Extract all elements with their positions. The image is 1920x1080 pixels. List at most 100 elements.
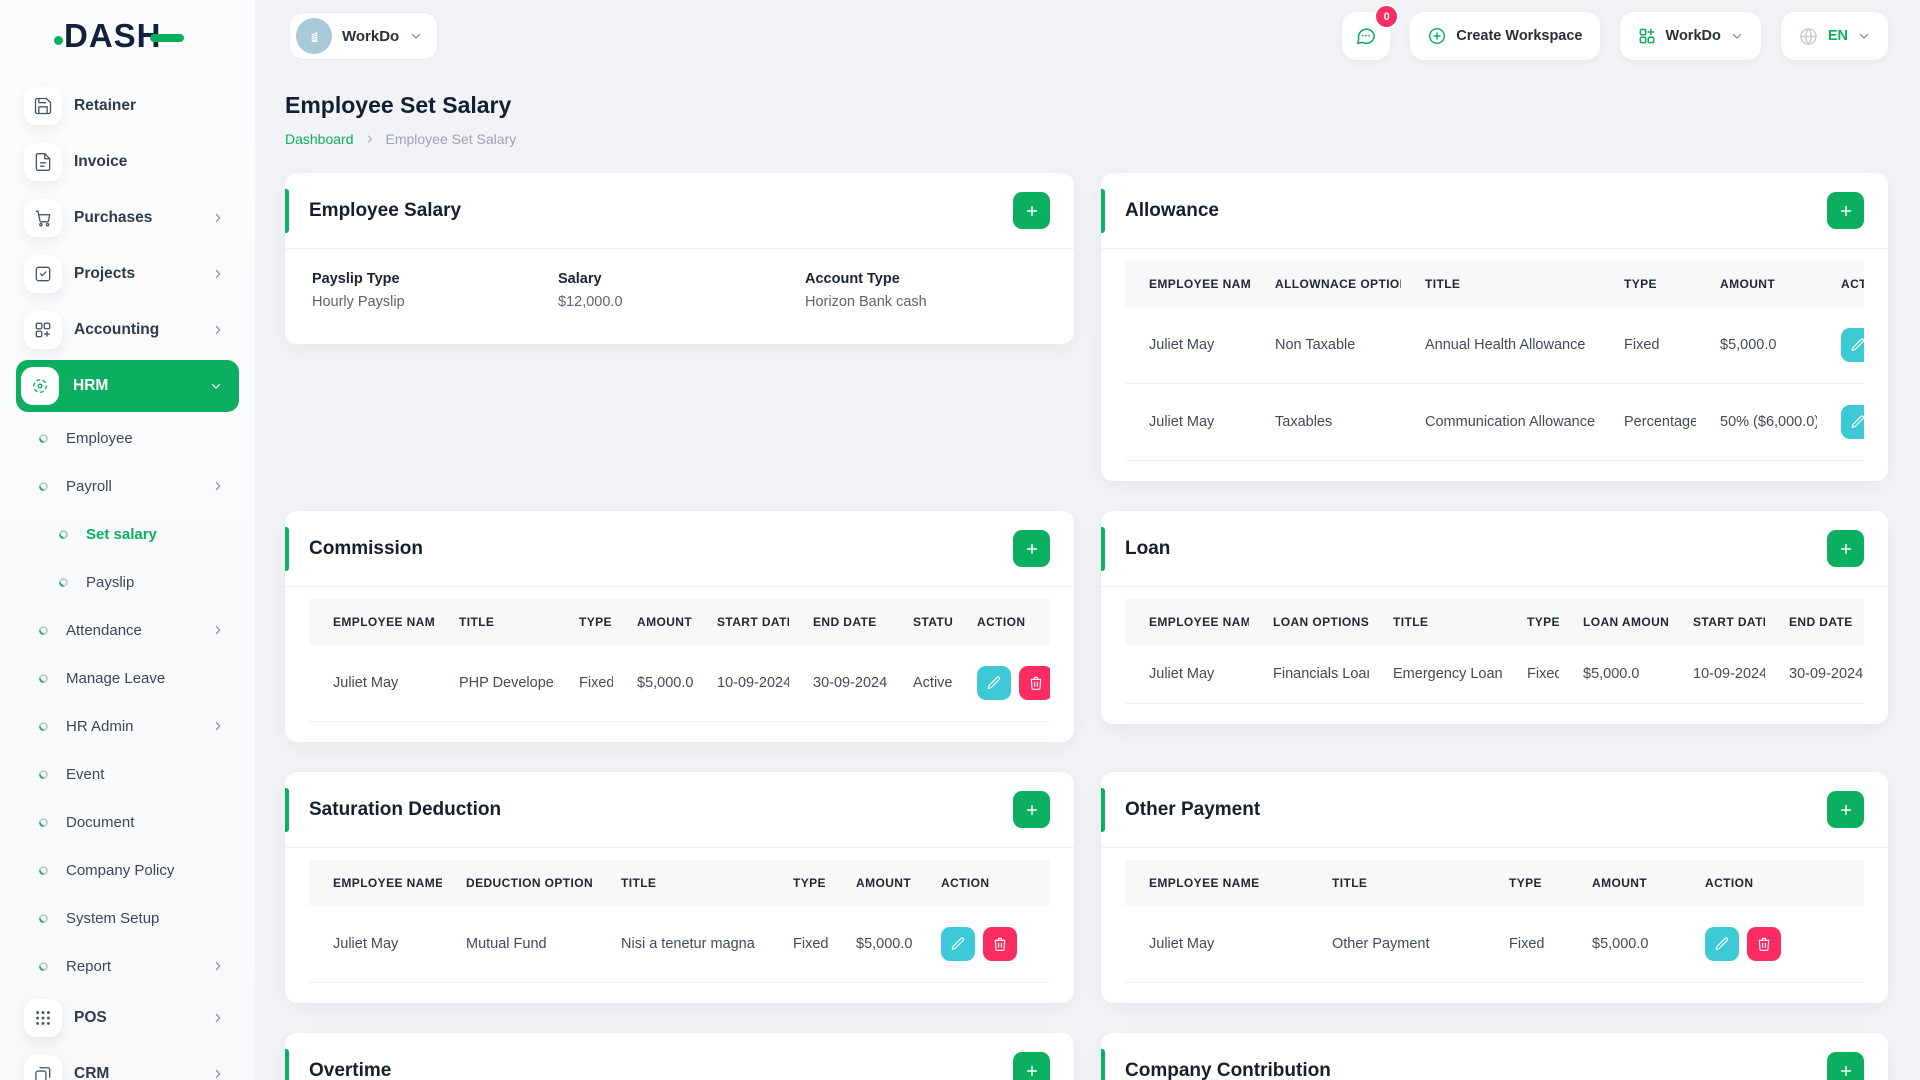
sidebar-item-label: POS [74, 1009, 107, 1026]
bullet-icon [37, 623, 50, 637]
workdo-menu-label: WorkDo [1665, 28, 1721, 44]
sidebar-item-label: Retainer [74, 97, 137, 114]
delete-button[interactable] [1747, 927, 1781, 961]
delete-button[interactable] [1019, 666, 1050, 700]
employee-salary-card: Employee Salary Payslip Type Hourly Pays… [285, 173, 1074, 344]
sidebar-subitem-label: Attendance [66, 621, 142, 639]
add-other-payment-button[interactable] [1827, 791, 1864, 828]
sidebar-subitem-label: Report [66, 957, 112, 975]
pencil-icon [987, 676, 1001, 689]
add-allowance-button[interactable] [1827, 192, 1864, 229]
check-square-icon [24, 255, 62, 293]
sidebar-subitem-event[interactable]: Event [0, 750, 255, 798]
column-header: TYPE [1600, 261, 1696, 307]
sidebar-item-purchases[interactable]: Purchases [0, 190, 255, 246]
sidebar-subitem-payslip[interactable]: Payslip [0, 558, 255, 606]
sidebar-subitem-label: Document [66, 813, 135, 831]
pencil-icon [1851, 338, 1864, 351]
sidebar-subitem-payroll[interactable]: Payroll [0, 462, 255, 510]
add-saturation-deduction-button[interactable] [1013, 791, 1050, 828]
add-overtime-button[interactable] [1013, 1052, 1050, 1080]
chevron-right-icon [211, 719, 225, 733]
edit-button[interactable] [1841, 328, 1864, 362]
cell-actions [1681, 906, 1864, 983]
edit-button[interactable] [1841, 405, 1864, 439]
chevron-right-icon [211, 623, 225, 637]
loan-table-wrap: EMPLOYEE NAME LOAN OPTIONS TITLE TYPE LO… [1125, 599, 1864, 704]
cell: 30-09-2024 [1765, 645, 1864, 704]
column-header: TITLE [1401, 261, 1600, 307]
pencil-icon [951, 937, 965, 950]
column-header: LOAN AMOUNT [1559, 599, 1669, 645]
commission-table-wrap: EMPLOYEE NAME TITLE TYPE AMOUNT START DA… [309, 599, 1050, 722]
table-row: Juliet May PHP Developer Fixed $5,000.0 … [309, 645, 1050, 722]
workdo-menu-button[interactable]: WorkDo [1619, 12, 1761, 60]
edit-button[interactable] [977, 666, 1011, 700]
sidebar-subitem-report[interactable]: Report [0, 942, 255, 990]
sidebar-subitem-label: Manage Leave [66, 669, 166, 687]
saturation-deduction-table-wrap: EMPLOYEE NAME DEDUCTION OPTION TITLE TYP… [309, 860, 1050, 983]
field-label: Payslip Type [312, 271, 400, 287]
allowance-card: Allowance EMPLOYEE NAME ALLOWNACE OPTION… [1101, 173, 1888, 481]
sidebar-item-label: Accounting [74, 321, 160, 338]
cell: Percentage [1600, 383, 1696, 461]
overtime-card: Overtime [285, 1033, 1074, 1080]
field-account-type: Account Type Horizon Bank cash [805, 271, 1050, 310]
cell-actions [917, 906, 1050, 983]
sidebar-item-hrm[interactable]: HRM [16, 360, 239, 412]
chevron-right-icon [211, 1067, 225, 1080]
sidebar-subitem-employee[interactable]: Employee [0, 414, 255, 462]
trash-icon [994, 937, 1006, 951]
sidebar-subitem-company-policy[interactable]: Company Policy [0, 846, 255, 894]
bullet-icon [37, 959, 50, 973]
table-row: Juliet May Financials Loan Emergency Loa… [1125, 645, 1864, 704]
create-workspace-button[interactable]: Create Workspace [1410, 12, 1600, 60]
cell: Fixed [1600, 307, 1696, 384]
cell: Juliet May [1125, 645, 1249, 704]
sidebar-item-label: CRM [74, 1065, 110, 1080]
pencil-icon [1715, 937, 1729, 950]
messages-button[interactable]: 0 [1342, 6, 1398, 60]
cell: $5,000.0 [1559, 645, 1669, 704]
sidebar-subitem-label: Event [66, 765, 105, 783]
language-button[interactable]: EN [1780, 12, 1888, 60]
sidebar-subitem-document[interactable]: Document [0, 798, 255, 846]
workspace-selector[interactable]: WorkDo [289, 12, 439, 60]
bullet-icon [37, 719, 50, 733]
column-header: LOAN OPTIONS [1249, 599, 1369, 645]
card-title: Commission [309, 537, 424, 559]
cell: Communication Allowance [1401, 383, 1600, 461]
sidebar-subitem-hr-admin[interactable]: HR Admin [0, 702, 255, 750]
add-commission-button[interactable] [1013, 530, 1050, 567]
pencil-icon [1851, 415, 1864, 428]
breadcrumb-home-link[interactable]: Dashboard [285, 131, 354, 147]
add-company-contribution-button[interactable] [1827, 1052, 1864, 1080]
sidebar-subitem-manage-leave[interactable]: Manage Leave [0, 654, 255, 702]
sidebar-subitem-set-salary[interactable]: Set salary [0, 510, 255, 558]
table-header-row: EMPLOYEE NAME LOAN OPTIONS TITLE TYPE LO… [1125, 599, 1864, 645]
sidebar-item-retainer[interactable]: Retainer [0, 78, 255, 134]
sidebar-item-accounting[interactable]: Accounting [0, 302, 255, 358]
sidebar-subitem-system-setup[interactable]: System Setup [0, 894, 255, 942]
card-header: Allowance [1101, 173, 1888, 249]
sidebar-item-crm[interactable]: CRM [0, 1046, 255, 1080]
sidebar-item-pos[interactable]: POS [0, 990, 255, 1046]
sidebar-item-projects[interactable]: Projects [0, 246, 255, 302]
chevron-right-icon [211, 479, 225, 493]
dots-grid-icon [24, 999, 62, 1037]
app-logo[interactable]: DASH [0, 0, 255, 72]
cell: Fixed [769, 906, 832, 983]
column-header: TYPE [1485, 860, 1568, 906]
column-header: START DATE [693, 599, 789, 645]
delete-button[interactable] [983, 927, 1017, 961]
building-icon [296, 18, 332, 54]
edit-button[interactable] [1705, 927, 1739, 961]
logo-dot [54, 36, 63, 45]
sidebar-subitem-attendance[interactable]: Attendance [0, 606, 255, 654]
card-title: Saturation Deduction [309, 798, 502, 820]
edit-button[interactable] [941, 927, 975, 961]
column-header: TYPE [555, 599, 613, 645]
add-loan-button[interactable] [1827, 530, 1864, 567]
sidebar-item-invoice[interactable]: Invoice [0, 134, 255, 190]
add-employee-salary-button[interactable] [1013, 192, 1050, 229]
